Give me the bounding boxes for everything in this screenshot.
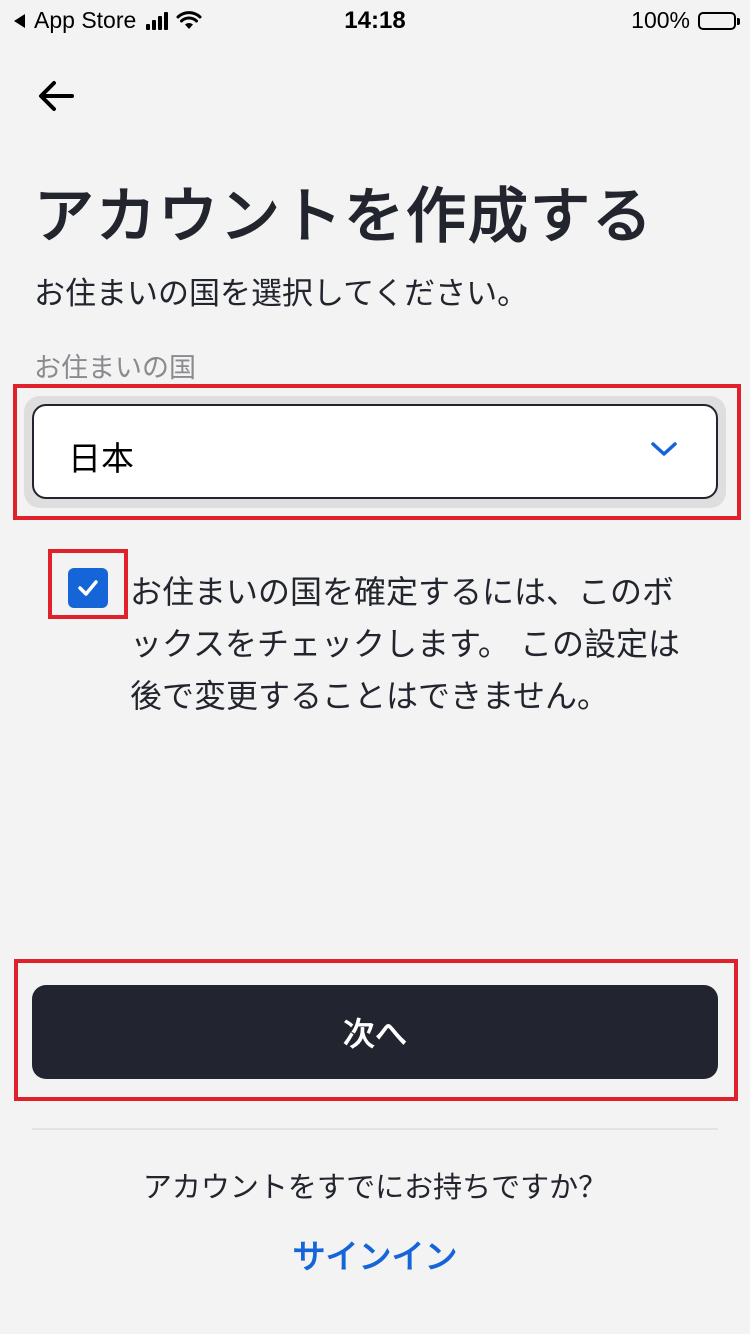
- signin-link[interactable]: サインイン: [0, 1230, 750, 1278]
- divider: [32, 1128, 718, 1130]
- country-select-value: 日本: [68, 439, 134, 478]
- country-field-label: お住まいの国: [34, 353, 196, 384]
- arrow-left-icon: [39, 81, 74, 111]
- back-button[interactable]: [36, 78, 76, 114]
- page-title: アカウントを作成する: [34, 182, 654, 252]
- have-account-text: アカウントをすでにお持ちですか？: [142, 1170, 608, 1204]
- page-subtitle: お住まいの国を選択してください。: [34, 276, 529, 312]
- status-right: 100%: [631, 7, 740, 34]
- confirm-country-checkbox[interactable]: [68, 568, 108, 608]
- chevron-down-icon: [651, 442, 677, 456]
- country-select[interactable]: 日本: [32, 404, 718, 499]
- battery-percent: 100%: [631, 7, 690, 33]
- battery-icon: [698, 11, 740, 30]
- status-bar: App Store 14:18 100%: [0, 0, 750, 40]
- next-button[interactable]: 次へ: [32, 985, 718, 1079]
- confirm-country-text: お住まいの国を確定するには、このボックスをチェックします。 この設定は後で変更す…: [130, 573, 681, 715]
- checkmark-icon: [78, 580, 98, 596]
